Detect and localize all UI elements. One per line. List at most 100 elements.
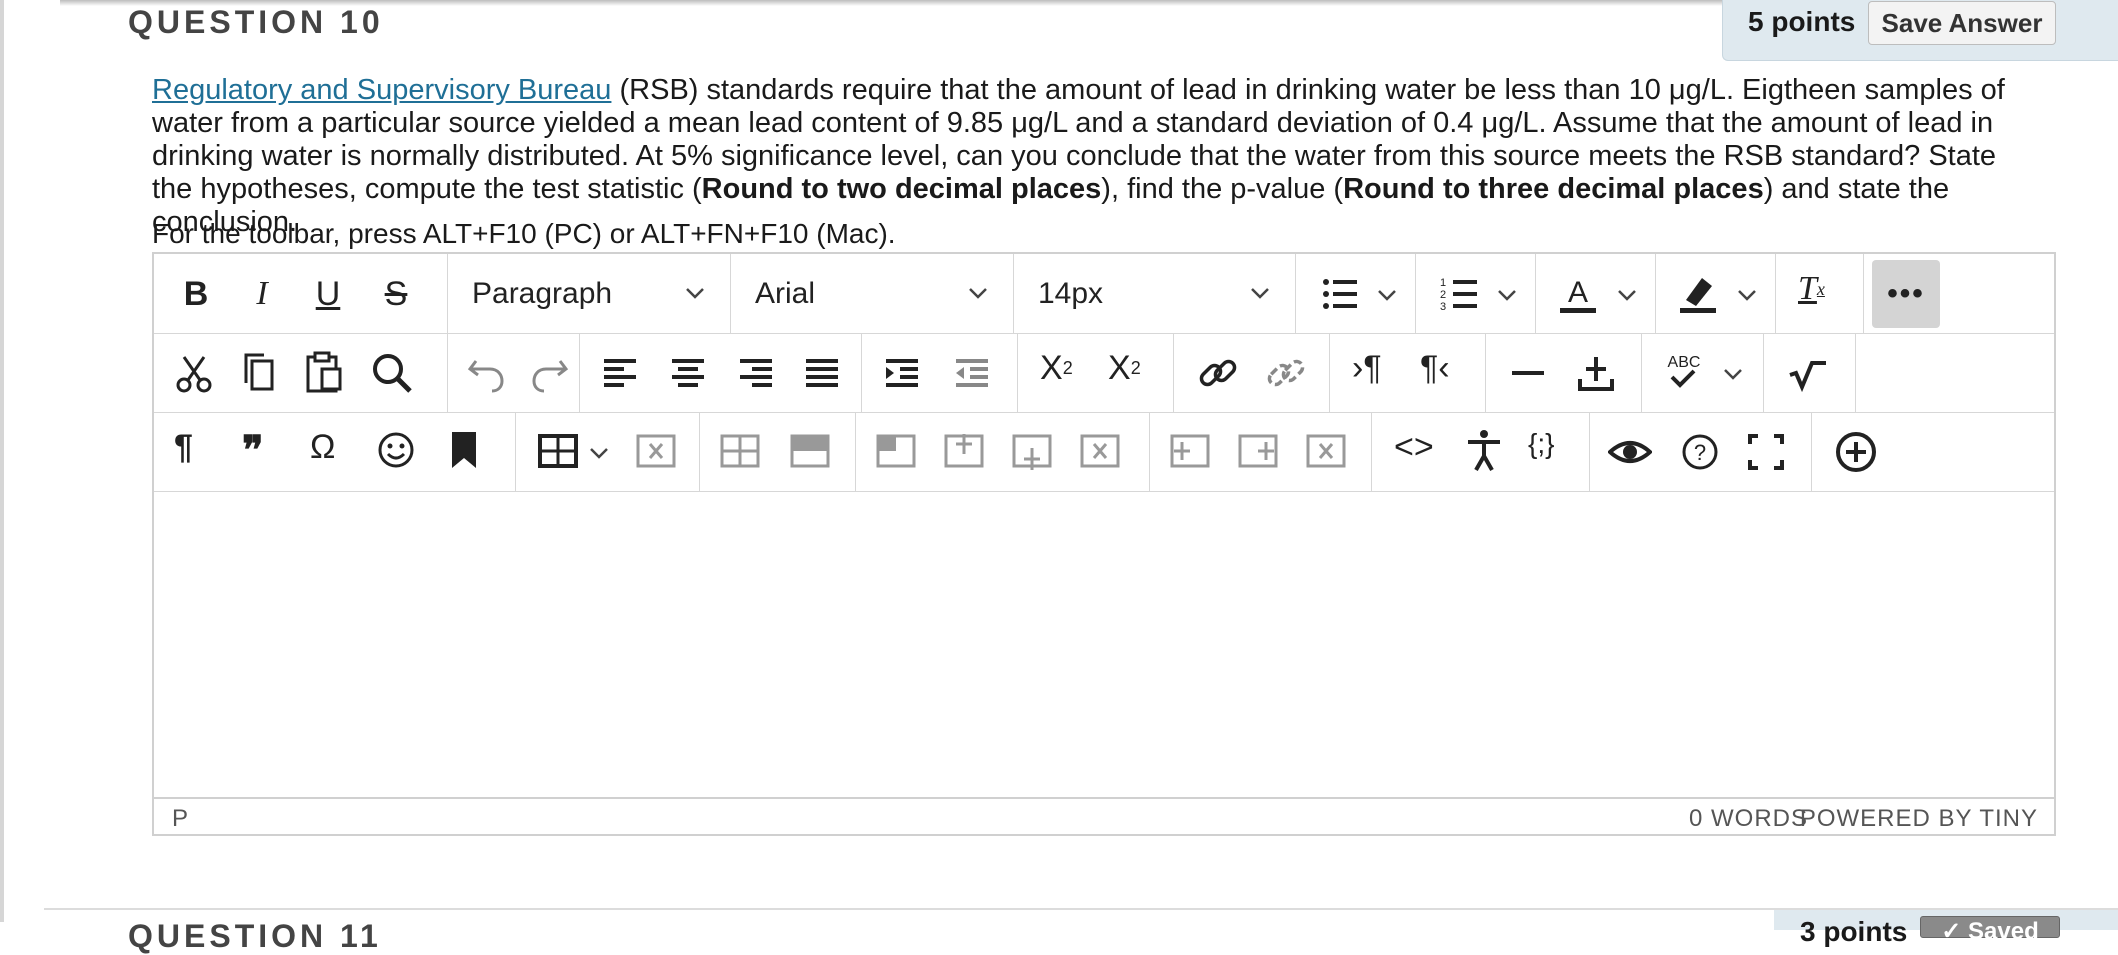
- align-center-icon[interactable]: [668, 353, 708, 393]
- spellcheck-icon[interactable]: ABC: [1662, 349, 1706, 393]
- paste-icon[interactable]: [304, 351, 344, 395]
- insert-column-before-icon[interactable]: [1170, 432, 1210, 472]
- svg-text:ABC: ABC: [1668, 354, 1701, 371]
- insert-row-before-icon[interactable]: [944, 432, 984, 472]
- chevron-down-icon: [686, 288, 704, 299]
- align-right-icon[interactable]: [736, 353, 776, 393]
- more-icon[interactable]: •••: [1872, 260, 1940, 328]
- view-group: ?: [1590, 412, 1812, 491]
- alignment-group: [580, 333, 862, 412]
- table-row-props-icon[interactable]: [720, 432, 760, 472]
- delete-row-icon[interactable]: [1080, 432, 1120, 472]
- horizontal-line-icon[interactable]: [1508, 351, 1548, 395]
- paragraph-mark-icon[interactable]: ¶: [174, 428, 193, 467]
- block-format-select[interactable]: Paragraph: [448, 254, 731, 333]
- rsb-link[interactable]: Regulatory and Supervisory Bureau: [152, 74, 611, 106]
- font-size-value: 14px: [1038, 276, 1104, 310]
- table-merge-icon[interactable]: [876, 432, 916, 472]
- ltr-icon[interactable]: ›¶: [1352, 349, 1382, 388]
- align-left-icon[interactable]: [600, 353, 640, 393]
- chevron-down-icon[interactable]: [1616, 284, 1638, 306]
- table-icon[interactable]: [538, 432, 578, 472]
- justify-icon[interactable]: [802, 353, 842, 393]
- bookmark-icon[interactable]: [444, 430, 484, 470]
- svg-text:A: A: [1568, 276, 1588, 309]
- numbered-list-icon[interactable]: 123: [1440, 274, 1480, 314]
- table-columns-group: [1150, 412, 1372, 491]
- delete-table-icon[interactable]: [636, 432, 676, 472]
- svg-text:2: 2: [1440, 289, 1446, 301]
- fullscreen-icon[interactable]: [1746, 432, 1786, 472]
- italic-icon[interactable]: I: [240, 272, 284, 316]
- add-content-icon[interactable]: [1834, 430, 1878, 474]
- indent-icon[interactable]: [882, 353, 922, 393]
- insert-column-after-icon[interactable]: [1238, 432, 1278, 472]
- insert-group: [1486, 333, 1642, 412]
- source-code-icon[interactable]: <>: [1394, 428, 1434, 467]
- next-question-title: QUESTION 11: [128, 918, 382, 954]
- find-icon[interactable]: [370, 351, 414, 395]
- table-rows-group: [856, 412, 1150, 491]
- accessibility-icon[interactable]: [1464, 428, 1504, 472]
- clear-formatting-icon[interactable]: Tx: [1798, 270, 1825, 308]
- clipboard-group: [154, 333, 448, 412]
- code-sample-icon[interactable]: {;}: [1528, 428, 1554, 460]
- clear-formatting-group: Tx: [1776, 254, 1864, 333]
- direction-group: ›¶ ¶‹: [1330, 333, 1486, 412]
- chevron-down-icon[interactable]: [1736, 284, 1758, 306]
- link-icon[interactable]: [1196, 351, 1240, 395]
- special-char-icon[interactable]: Ω: [310, 428, 335, 467]
- subscript-icon[interactable]: X2: [1108, 349, 1141, 388]
- math-icon[interactable]: [1786, 351, 1830, 395]
- editor-content-area[interactable]: [154, 491, 2054, 797]
- chevron-down-icon[interactable]: [1722, 363, 1744, 385]
- element-path[interactable]: P: [172, 805, 188, 833]
- redo-icon[interactable]: [530, 351, 570, 395]
- strikethrough-icon[interactable]: S: [374, 272, 418, 316]
- insert-row-after-icon[interactable]: [1012, 432, 1052, 472]
- bold-icon[interactable]: B: [174, 272, 218, 316]
- saved-status-button[interactable]: ✓ Saved: [1920, 916, 2060, 945]
- font-family-select[interactable]: Arial: [731, 254, 1014, 333]
- word-count[interactable]: 0 WORDS: [1689, 805, 1808, 833]
- emoji-icon[interactable]: [376, 430, 416, 470]
- table-cell-props-icon[interactable]: [790, 432, 830, 472]
- numbered-list-group: 123: [1416, 254, 1536, 333]
- chevron-down-icon[interactable]: [1376, 284, 1398, 306]
- toolbar-row-1: B I U S Paragraph Arial 14px 123 A T x •…: [154, 254, 2054, 334]
- insert-chars-group: ¶ ❞ Ω: [154, 412, 516, 491]
- font-size-select[interactable]: 14px: [1014, 254, 1296, 333]
- text-color-icon[interactable]: A: [1558, 272, 1598, 316]
- preview-icon[interactable]: [1608, 432, 1652, 472]
- svg-text:1: 1: [1440, 277, 1446, 289]
- math-group: [1764, 333, 1856, 412]
- delete-column-icon[interactable]: [1306, 432, 1346, 472]
- question-text: Regulatory and Supervisory Bureau (RSB) …: [152, 74, 2022, 239]
- unlink-icon[interactable]: [1264, 351, 1308, 395]
- insert-anchor-icon[interactable]: [1576, 351, 1616, 395]
- toolbar-row-2: X2 X2 ›¶ ¶‹ ABC: [154, 333, 2054, 413]
- format-group: B I U S: [154, 254, 448, 333]
- question-points: 5 points: [1748, 6, 1856, 37]
- superscript-icon[interactable]: X2: [1040, 349, 1073, 388]
- indent-group: [862, 333, 1018, 412]
- save-answer-button[interactable]: Save Answer: [1868, 1, 2056, 45]
- chevron-down-icon: [969, 288, 987, 299]
- cut-icon[interactable]: [174, 351, 214, 395]
- table-props-group: [700, 412, 856, 491]
- chevron-down-icon[interactable]: [588, 442, 610, 464]
- help-icon[interactable]: ?: [1680, 432, 1720, 472]
- rtl-icon[interactable]: ¶‹: [1420, 349, 1450, 388]
- blockquote-icon[interactable]: ❞: [242, 428, 264, 474]
- editor-status-bar: P 0 WORDS POWERED BY TINY: [154, 797, 2054, 836]
- outdent-icon[interactable]: [952, 353, 992, 393]
- history-group: [448, 333, 580, 412]
- chevron-down-icon[interactable]: [1496, 284, 1518, 306]
- question-text-part2: ), find the p-value (: [1101, 173, 1344, 205]
- underline-icon[interactable]: U: [306, 272, 350, 316]
- powered-by-link[interactable]: POWERED BY TINY: [1800, 805, 2038, 833]
- bullet-list-icon[interactable]: [1320, 274, 1360, 314]
- highlight-icon[interactable]: [1678, 272, 1718, 316]
- copy-icon[interactable]: [240, 351, 280, 395]
- undo-icon[interactable]: [466, 351, 506, 395]
